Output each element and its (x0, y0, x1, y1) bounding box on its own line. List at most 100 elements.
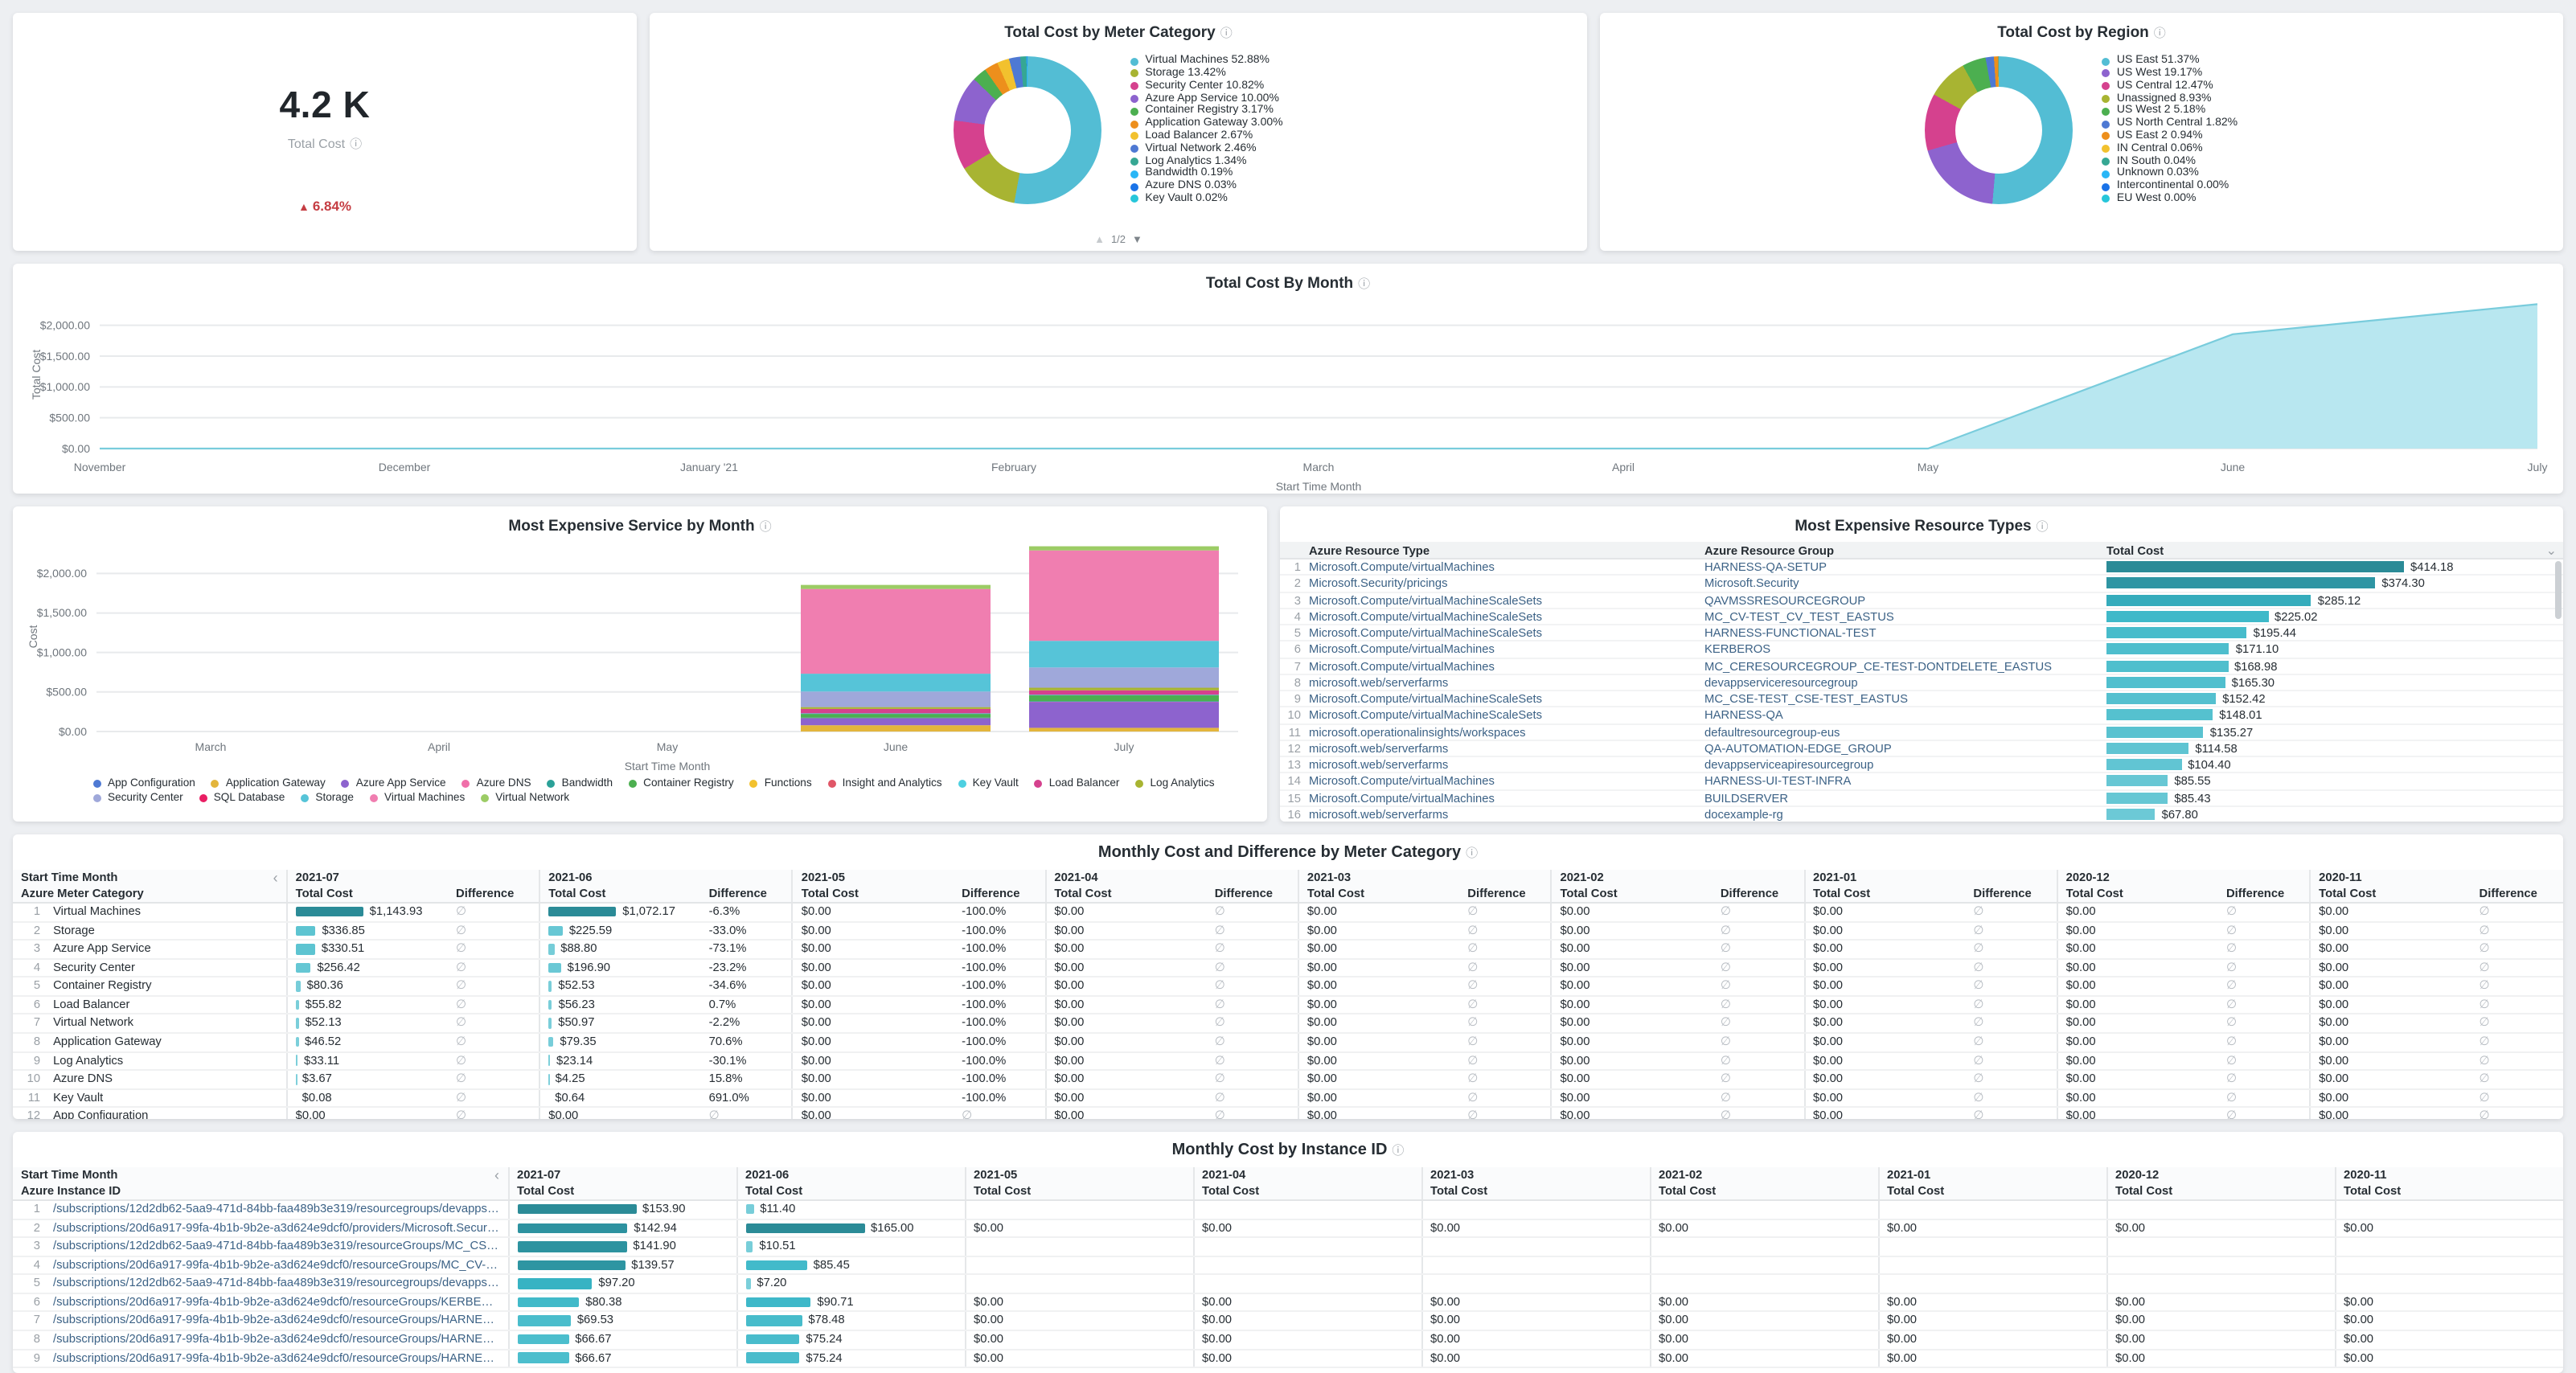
month-header[interactable]: 2021-05 (965, 1167, 1193, 1183)
cost-cell[interactable]: $0.00 (1193, 1312, 1421, 1330)
difference-cell[interactable]: ∅ (2471, 977, 2563, 996)
total-cost-header[interactable]: Total Cost (736, 1183, 965, 1200)
cost-cell[interactable]: $0.00 (1804, 996, 1965, 1014)
cost-cell[interactable]: $0.00 (1045, 1033, 1206, 1051)
cost-cell[interactable]: $0.00 (1551, 921, 1712, 940)
difference-cell[interactable]: ∅ (1713, 1051, 1804, 1070)
cost-cell[interactable]: $90.71 (736, 1293, 965, 1312)
cost-cell[interactable]: $0.00 (793, 1033, 954, 1051)
difference-cell[interactable]: ∅ (1459, 958, 1551, 977)
cost-cell[interactable]: $0.00 (2106, 1312, 2335, 1330)
cost-cell[interactable]: $78.48 (736, 1312, 965, 1330)
month-header[interactable]: 2021-04 (1193, 1167, 1421, 1183)
legend-item[interactable]: SQL Database (199, 793, 285, 804)
scrollbar-thumb[interactable] (2555, 561, 2562, 619)
cost-cell[interactable]: $0.00 (539, 1107, 700, 1119)
difference-cell[interactable]: ∅ (1965, 940, 2057, 958)
difference-cell[interactable]: ∅ (2218, 921, 2310, 940)
cost-cell[interactable] (1650, 1256, 1878, 1274)
month-header[interactable]: 2020-11 (2310, 870, 2563, 886)
resource-group-cell[interactable]: devappserviceapiresourcegroup (1704, 757, 2106, 772)
cost-cell[interactable]: $0.00 (793, 1051, 954, 1070)
bar-segment[interactable] (801, 589, 991, 674)
cost-cell[interactable]: $0.00 (1804, 958, 1965, 977)
difference-cell[interactable]: ∅ (2218, 1051, 2310, 1070)
cost-cell[interactable]: $0.00 (2057, 1107, 2218, 1119)
difference-cell[interactable]: ∅ (1713, 958, 1804, 977)
legend-item[interactable]: Storage 13.42% (1130, 68, 1282, 80)
cost-cell[interactable]: $0.00 (1298, 1070, 1459, 1088)
meter-category-cell[interactable]: Storage (45, 921, 287, 940)
cost-cell[interactable]: $0.00 (1551, 903, 1712, 921)
cost-cell[interactable]: $0.00 (2057, 1033, 2218, 1051)
legend-item[interactable]: Security Center 10.82% (1130, 80, 1282, 93)
cost-cell[interactable]: $0.00 (1298, 921, 1459, 940)
difference-cell[interactable]: ∅ (448, 921, 539, 940)
total-cost-header[interactable]: Total Cost (1878, 1183, 2106, 1200)
difference-cell[interactable]: ∅ (448, 1051, 539, 1070)
cost-cell[interactable]: $0.00 (1650, 1349, 1878, 1367)
month-header[interactable]: 2021-01 (1878, 1167, 2106, 1183)
cost-cell[interactable]: $0.00 (2310, 977, 2471, 996)
info-icon[interactable]: ⓘ (1392, 1143, 1404, 1158)
column-header-resource-type[interactable]: Azure Resource Type (1309, 543, 1704, 557)
difference-cell[interactable]: ∅ (1965, 958, 2057, 977)
difference-cell[interactable]: ∅ (2471, 958, 2563, 977)
info-icon[interactable]: ⓘ (1358, 277, 1370, 291)
cost-cell[interactable]: $0.00 (1045, 1014, 1206, 1033)
month-header[interactable]: 2020-11 (2335, 1167, 2563, 1183)
difference-cell[interactable]: ∅ (2218, 940, 2310, 958)
total-cost-header[interactable]: Total Cost (1650, 1183, 1878, 1200)
cost-cell[interactable]: $0.00 (2106, 1330, 2335, 1349)
instance-id-cell[interactable]: /subscriptions/20d6a917-99fa-4b1b-9b2e-a… (45, 1312, 508, 1330)
legend-item[interactable]: Container Registry 3.17% (1130, 105, 1282, 118)
difference-header[interactable]: Difference (1207, 886, 1298, 903)
cost-cell[interactable]: $0.00 (1045, 921, 1206, 940)
total-cost-cell[interactable]: $85.55 (2106, 774, 2563, 789)
resource-group-cell[interactable]: MC_CSE-TEST_CSE-TEST_EASTUS (1704, 691, 2106, 706)
instance-id-cell[interactable]: /subscriptions/20d6a917-99fa-4b1b-9b2e-a… (45, 1219, 508, 1237)
cost-cell[interactable]: $0.00 (2106, 1219, 2335, 1237)
cost-cell[interactable]: $66.67 (508, 1330, 736, 1349)
difference-cell[interactable]: -6.3% (701, 903, 793, 921)
resource-group-cell[interactable]: QA-AUTOMATION-EDGE_GROUP (1704, 741, 2106, 756)
cost-cell[interactable] (1421, 1256, 1650, 1274)
difference-cell[interactable]: ∅ (448, 1014, 539, 1033)
total-cost-header[interactable]: Total Cost (1804, 886, 1965, 903)
cost-cell[interactable]: $0.00 (1045, 958, 1206, 977)
difference-header[interactable]: Difference (1713, 886, 1804, 903)
cost-cell[interactable]: $0.00 (2310, 903, 2471, 921)
cost-cell[interactable]: $0.00 (1193, 1293, 1421, 1312)
difference-cell[interactable]: ∅ (448, 940, 539, 958)
cost-cell[interactable]: $0.00 (1421, 1312, 1650, 1330)
total-cost-cell[interactable]: $104.40 (2106, 757, 2563, 772)
total-cost-header[interactable]: Total Cost (793, 886, 954, 903)
resource-type-cell[interactable]: Microsoft.Compute/virtualMachineScaleSet… (1309, 691, 1704, 706)
instance-id-cell[interactable]: /subscriptions/12d2db62-5aa9-471d-84bb-f… (45, 1200, 508, 1219)
difference-cell[interactable]: 691.0% (701, 1088, 793, 1107)
total-cost-header[interactable]: Total Cost (1298, 886, 1459, 903)
bar-segment[interactable] (1029, 688, 1219, 691)
resource-type-cell[interactable]: Microsoft.Compute/virtualMachineScaleSet… (1309, 609, 1704, 624)
cost-cell[interactable]: $0.00 (287, 1107, 448, 1119)
resource-type-cell[interactable]: microsoft.web/serverfarms (1309, 757, 1704, 772)
difference-cell[interactable]: -100.0% (954, 1070, 1045, 1088)
cost-cell[interactable]: $0.00 (1804, 940, 1965, 958)
cost-cell[interactable]: $0.00 (1193, 1219, 1421, 1237)
cost-cell[interactable]: $11.40 (736, 1200, 965, 1219)
cost-cell[interactable]: $0.00 (2057, 921, 2218, 940)
bar-segment[interactable] (1029, 691, 1219, 695)
legend-item[interactable]: Azure App Service 10.00% (1130, 92, 1282, 105)
cost-cell[interactable]: $0.00 (965, 1349, 1193, 1367)
difference-cell[interactable]: ∅ (2471, 996, 2563, 1014)
total-cost-cell[interactable]: $374.30 (2106, 576, 2563, 591)
difference-cell[interactable]: ∅ (2218, 1033, 2310, 1051)
cost-cell[interactable]: $0.00 (1298, 903, 1459, 921)
total-cost-cell[interactable]: $148.01 (2106, 708, 2563, 723)
difference-cell[interactable]: ∅ (2471, 1088, 2563, 1107)
resource-group-cell[interactable]: docexample-rg (1704, 807, 2106, 822)
difference-cell[interactable]: ∅ (1713, 1033, 1804, 1051)
cost-cell[interactable]: $0.00 (793, 1088, 954, 1107)
cost-cell[interactable]: $0.00 (2310, 958, 2471, 977)
cost-cell[interactable]: $0.00 (1878, 1293, 2106, 1312)
